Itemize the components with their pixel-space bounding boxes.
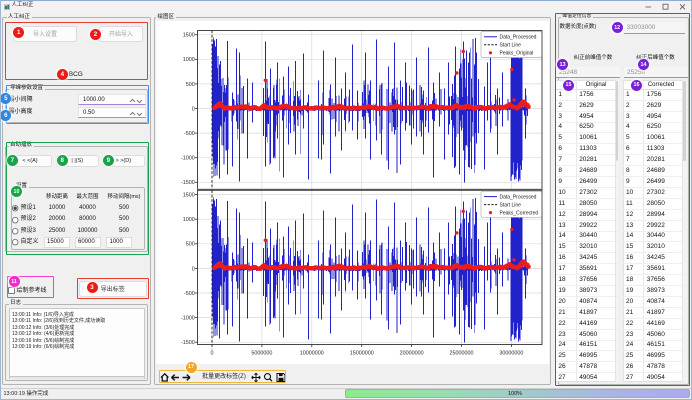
svg-text:Data_Processed: Data_Processed — [499, 194, 536, 200]
svg-text:30000000: 30000000 — [499, 351, 523, 357]
svg-text:-500: -500 — [184, 291, 195, 297]
svg-text:-500: -500 — [184, 131, 195, 137]
svg-text:-1500: -1500 — [181, 340, 195, 346]
svg-text:1500: 1500 — [182, 193, 194, 199]
svg-text:1500: 1500 — [182, 33, 194, 39]
svg-text:-1500: -1500 — [181, 180, 195, 186]
svg-text:10000000: 10000000 — [299, 351, 323, 357]
svg-text:Peaks_Original: Peaks_Original — [499, 51, 533, 57]
svg-text:0: 0 — [210, 351, 213, 357]
svg-text:20000000: 20000000 — [399, 351, 423, 357]
svg-text:Start Line: Start Line — [499, 202, 521, 208]
svg-text:5000000: 5000000 — [251, 351, 272, 357]
svg-text:500: 500 — [185, 242, 194, 248]
svg-text:Data_Processed: Data_Processed — [499, 35, 536, 41]
svg-text:-1000: -1000 — [181, 316, 195, 322]
svg-text:1000: 1000 — [182, 217, 194, 223]
svg-text:25000000: 25000000 — [449, 351, 473, 357]
svg-text:Start Line: Start Line — [499, 43, 521, 49]
svg-text:15000000: 15000000 — [349, 351, 373, 357]
svg-text:1000: 1000 — [182, 57, 194, 63]
svg-text:Peaks_Corrected: Peaks_Corrected — [499, 210, 538, 216]
svg-text:500: 500 — [185, 82, 194, 88]
svg-text:0: 0 — [191, 106, 194, 112]
svg-text:0: 0 — [191, 266, 194, 272]
svg-text:-1000: -1000 — [181, 156, 195, 162]
